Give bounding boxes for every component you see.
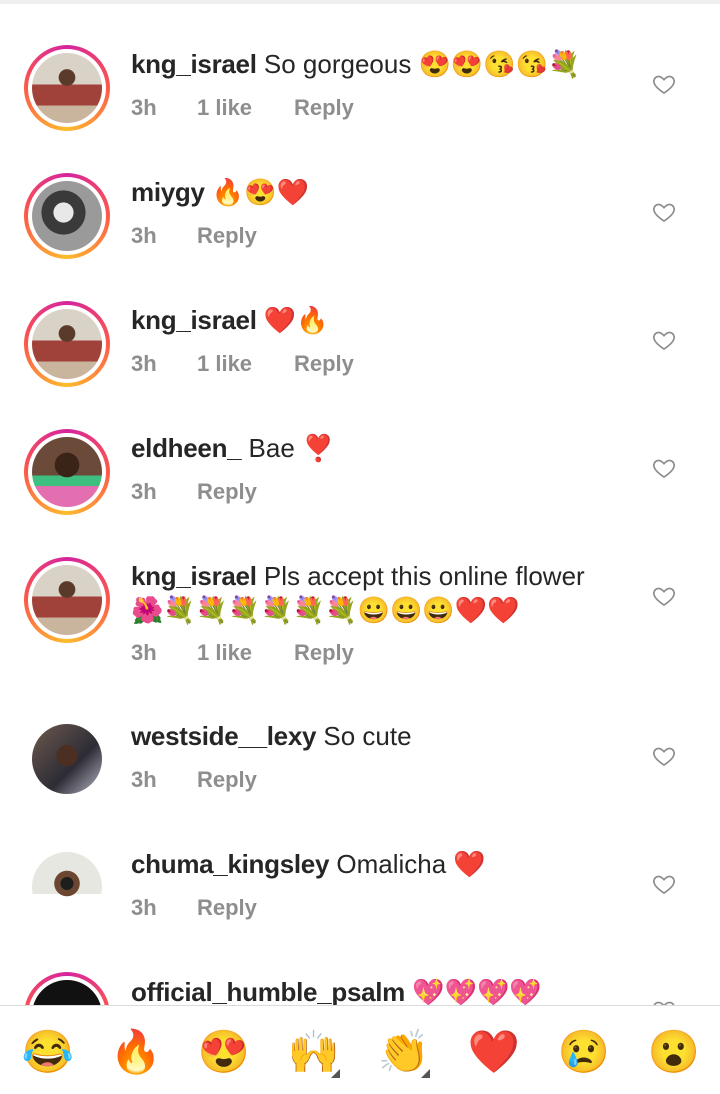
- comment-body: ❤️🔥: [263, 305, 329, 335]
- comments-list[interactable]: kng_israel So gorgeous 😍😍😘😘💐 3h 1 like Rep…: [0, 0, 720, 1005]
- comment-username[interactable]: chuma_kingsley: [131, 849, 329, 879]
- comment-likes[interactable]: 1 like: [197, 640, 294, 666]
- reply-button[interactable]: Reply: [197, 479, 257, 505]
- comment-body: Bae ❣️: [248, 433, 335, 463]
- story-avatar[interactable]: [24, 45, 110, 131]
- heart-outline-icon[interactable]: [652, 998, 676, 1005]
- comment-username[interactable]: kng_israel: [131, 49, 257, 79]
- comment-username[interactable]: miygy: [131, 177, 205, 207]
- emoji-quick-reactions-bar: 😂 🔥 😍 🙌 👏 ❤️ 😢 😮: [0, 1005, 720, 1094]
- comment-username[interactable]: eldheen_: [131, 433, 242, 463]
- heart-outline-icon[interactable]: [652, 872, 676, 896]
- emoji-raised-hands-glyph: 🙌: [287, 1028, 341, 1075]
- avatar[interactable]: [24, 844, 110, 930]
- heart-outline-icon[interactable]: [652, 328, 676, 352]
- comment-likes[interactable]: 1 like: [197, 95, 294, 121]
- skin-tone-indicator-icon: [331, 1069, 340, 1078]
- comment-time: 3h: [131, 767, 157, 792]
- story-avatar[interactable]: [24, 173, 110, 259]
- comment-body: 🔥😍❤️: [211, 177, 310, 207]
- emoji-crying-button[interactable]: 😢: [554, 1024, 614, 1080]
- comment-username[interactable]: westside__lexy: [131, 721, 316, 751]
- comment-meta: 3h Reply: [131, 223, 257, 249]
- avatar-photo: [32, 980, 102, 1005]
- emoji-red-heart-button[interactable]: ❤️: [464, 1024, 524, 1080]
- reply-button[interactable]: Reply: [294, 95, 354, 121]
- avatar-photo: [32, 53, 102, 123]
- comment-body: So gorgeous 😍😍😘😘💐: [263, 49, 581, 79]
- comment-text: official_humble_psalm 💖💖💖💖: [131, 975, 620, 1005]
- comment-text: westside__lexy So cute: [131, 719, 620, 753]
- emoji-surprised-button[interactable]: 😮: [644, 1024, 704, 1080]
- avatar-photo: [32, 437, 102, 507]
- reply-button[interactable]: Reply: [197, 223, 257, 249]
- comment-text: kng_israel So gorgeous 😍😍😘😘💐: [131, 47, 620, 81]
- comment-text: chuma_kingsley Omalicha ❤️: [131, 847, 620, 881]
- comment-time: 3h: [131, 895, 157, 920]
- comment-body: 💖💖💖💖: [412, 977, 542, 1005]
- comment-time: 3h: [131, 479, 157, 504]
- story-avatar[interactable]: [24, 429, 110, 515]
- heart-outline-icon[interactable]: [652, 584, 676, 608]
- emoji-raised-hands-button[interactable]: 🙌: [284, 1024, 344, 1080]
- comment-time: 3h: [131, 95, 157, 120]
- avatar-photo: [32, 181, 102, 251]
- reply-button[interactable]: Reply: [294, 351, 354, 377]
- emoji-clap-button[interactable]: 👏: [374, 1024, 434, 1080]
- heart-outline-icon[interactable]: [652, 200, 676, 224]
- heart-outline-icon[interactable]: [652, 72, 676, 96]
- story-avatar[interactable]: [24, 972, 110, 1005]
- comment-username[interactable]: kng_israel: [131, 561, 257, 591]
- avatar-photo: [32, 852, 102, 922]
- heart-outline-icon[interactable]: [652, 456, 676, 480]
- reply-button[interactable]: Reply: [197, 895, 257, 921]
- comment-meta: 3h 1 like Reply: [131, 640, 354, 666]
- heart-outline-icon[interactable]: [652, 744, 676, 768]
- comment-meta: 3h Reply: [131, 767, 257, 793]
- emoji-fire-button[interactable]: 🔥: [106, 1024, 166, 1080]
- comment-body: So cute: [323, 721, 412, 751]
- comment-likes[interactable]: 1 like: [197, 351, 294, 377]
- story-avatar[interactable]: [24, 301, 110, 387]
- comment-time: 3h: [131, 351, 157, 376]
- emoji-clap-glyph: 👏: [377, 1028, 431, 1075]
- comment-body: Omalicha ❤️: [336, 849, 486, 879]
- avatar-photo: [32, 724, 102, 794]
- comment-text: miygy 🔥😍❤️: [131, 175, 620, 209]
- avatar-photo: [32, 309, 102, 379]
- avatar-photo: [32, 565, 102, 635]
- comment-meta: 3h Reply: [131, 479, 257, 505]
- comment-username[interactable]: official_humble_psalm: [131, 977, 405, 1005]
- reply-button[interactable]: Reply: [197, 767, 257, 793]
- comment-time: 3h: [131, 640, 157, 665]
- comment-meta: 3h 1 like Reply: [131, 95, 354, 121]
- skin-tone-indicator-icon: [421, 1069, 430, 1078]
- comment-username[interactable]: kng_israel: [131, 305, 257, 335]
- emoji-heart-eyes-button[interactable]: 😍: [194, 1024, 254, 1080]
- comment-time: 3h: [131, 223, 157, 248]
- comment-meta: 3h 1 like Reply: [131, 351, 354, 377]
- emoji-laugh-button[interactable]: 😂: [18, 1024, 78, 1080]
- avatar[interactable]: [24, 716, 110, 802]
- comment-text: kng_israel Pls accept this online flower…: [131, 559, 620, 627]
- comment-text: kng_israel ❤️🔥: [131, 303, 620, 337]
- comment-meta: 3h Reply: [131, 895, 257, 921]
- reply-button[interactable]: Reply: [294, 640, 354, 666]
- comment-text: eldheen_ Bae ❣️: [131, 431, 620, 465]
- story-avatar[interactable]: [24, 557, 110, 643]
